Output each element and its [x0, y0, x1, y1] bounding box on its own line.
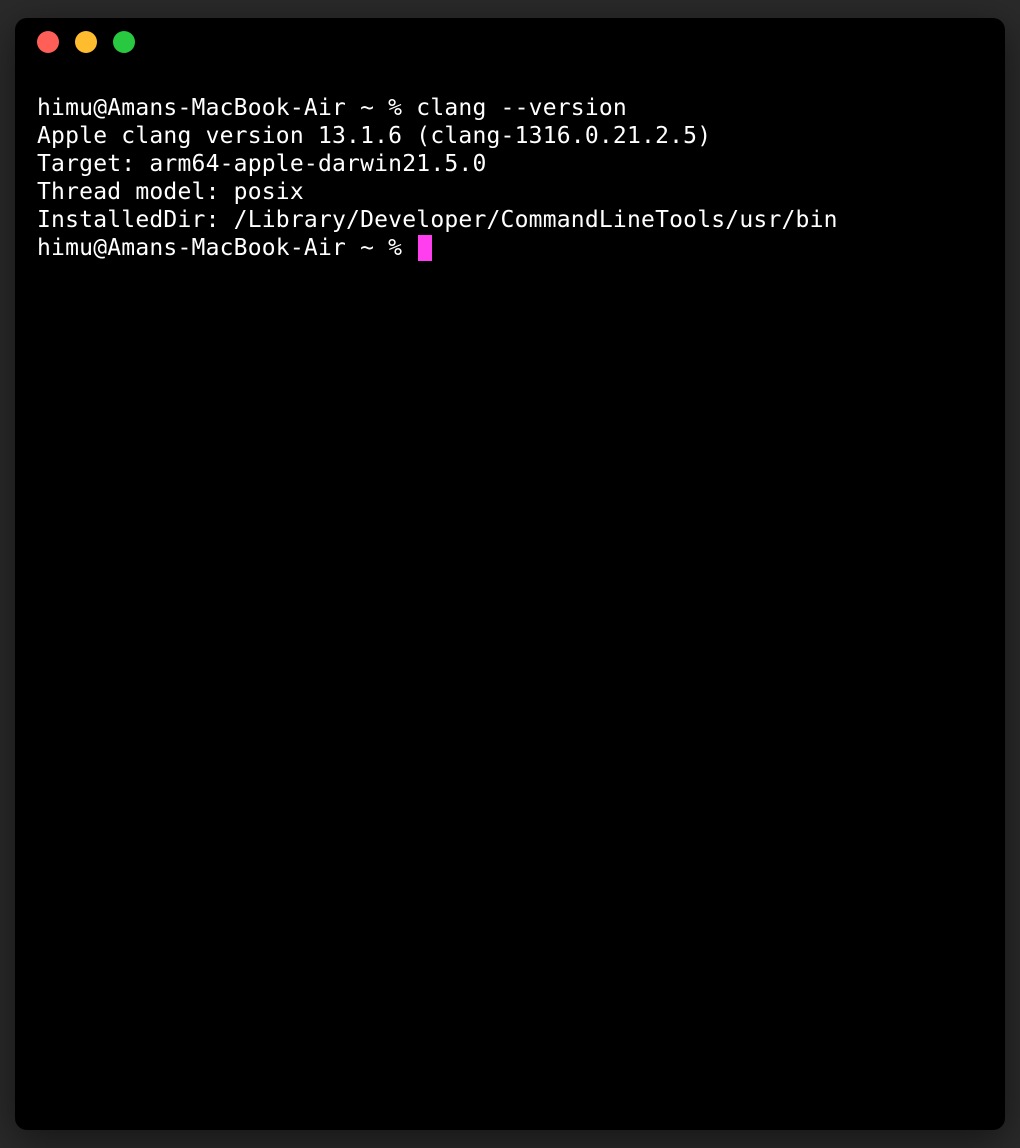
window-titlebar[interactable]: [15, 18, 1005, 66]
terminal-output-line: InstalledDir: /Library/Developer/Command…: [37, 206, 983, 234]
terminal-prompt: himu@Amans-MacBook-Air ~ %: [37, 234, 416, 262]
terminal-cursor: [418, 235, 432, 261]
terminal-output-line: Target: arm64-apple-darwin21.5.0: [37, 150, 983, 178]
terminal-output-line: Apple clang version 13.1.6 (clang-1316.0…: [37, 122, 983, 150]
terminal-output-line: himu@Amans-MacBook-Air ~ % clang --versi…: [37, 94, 983, 122]
minimize-button[interactable]: [75, 31, 97, 53]
terminal-prompt-line[interactable]: himu@Amans-MacBook-Air ~ %: [37, 234, 983, 262]
terminal-window: himu@Amans-MacBook-Air ~ % clang --versi…: [15, 18, 1005, 1130]
terminal-content[interactable]: himu@Amans-MacBook-Air ~ % clang --versi…: [15, 66, 1005, 262]
terminal-output-line: Thread model: posix: [37, 178, 983, 206]
close-button[interactable]: [37, 31, 59, 53]
maximize-button[interactable]: [113, 31, 135, 53]
